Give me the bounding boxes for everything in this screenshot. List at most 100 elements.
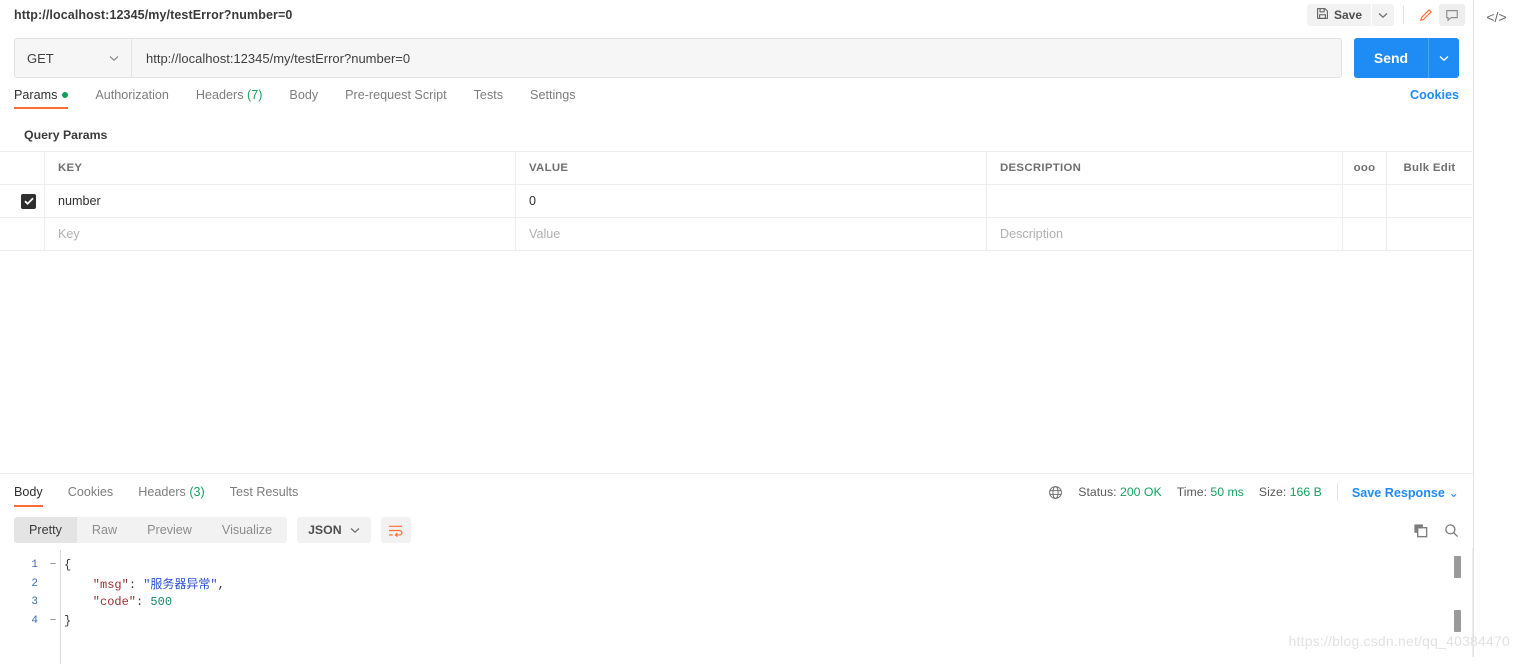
- edit-pencil-icon[interactable]: [1413, 4, 1439, 26]
- save-response-button[interactable]: Save Response ⌄: [1352, 485, 1459, 500]
- request-titlebar: http://localhost:12345/my/testError?numb…: [0, 0, 1473, 30]
- response-body-code[interactable]: 1 − { 2 "msg": "服务器异常", 3 "code": 500 4 …: [0, 550, 1473, 664]
- http-method-select[interactable]: GET: [14, 38, 131, 78]
- save-response-caret-icon: ⌄: [1448, 485, 1459, 500]
- response-tab-headers[interactable]: Headers (3): [138, 485, 205, 507]
- save-dropdown-caret[interactable]: [1372, 4, 1394, 26]
- tab-authorization-label: Authorization: [95, 88, 169, 102]
- globe-icon: [1048, 485, 1063, 500]
- tab-params-label: Params: [14, 88, 58, 102]
- tab-pre-request-script[interactable]: Pre-request Script: [345, 88, 447, 109]
- chevron-down-icon: [109, 55, 119, 61]
- new-row-key-input[interactable]: Key: [45, 218, 516, 250]
- response-body-scrollbar[interactable]: [1454, 550, 1461, 657]
- send-dropdown-caret[interactable]: [1428, 38, 1459, 78]
- word-wrap-toggle[interactable]: [380, 517, 411, 543]
- comment-icon[interactable]: [1439, 4, 1465, 26]
- code-text: {: [64, 558, 72, 573]
- time-label: Time:: [1176, 485, 1207, 499]
- titlebar-actions: Save: [1306, 0, 1465, 30]
- time-value: 50 ms: [1210, 485, 1244, 499]
- cookies-link[interactable]: Cookies: [1410, 88, 1459, 102]
- divider: [1336, 483, 1338, 501]
- query-params-title: Query Params: [24, 128, 108, 142]
- row-checkbox-cell: [0, 185, 45, 217]
- postman-window: </> http://localhost:12345/my/testError?…: [0, 0, 1518, 664]
- main-column: http://localhost:12345/my/testError?numb…: [0, 0, 1473, 664]
- params-modified-dot: [62, 92, 69, 98]
- response-meta: Status: 200 OK Time: 50 ms Size: 166 B S…: [1048, 474, 1459, 510]
- tab-body-label: Body: [289, 88, 319, 102]
- header-description: DESCRIPTION: [987, 152, 1343, 184]
- response-tab-body-label: Body: [14, 485, 43, 499]
- view-mode-preview[interactable]: Preview: [132, 517, 207, 543]
- row-value-input[interactable]: 0: [516, 185, 987, 217]
- view-mode-raw[interactable]: Raw: [77, 517, 132, 543]
- chevron-down-icon: [350, 527, 360, 533]
- table-row-new: Key Value Description: [0, 218, 1472, 250]
- time-meta: Time: 50 ms: [1177, 485, 1244, 499]
- new-row-description-input[interactable]: Description: [987, 218, 1343, 250]
- scrollbar-thumb-top[interactable]: [1454, 556, 1461, 578]
- tab-body[interactable]: Body: [289, 88, 318, 109]
- view-mode-visualize[interactable]: Visualize: [207, 517, 287, 543]
- copy-icon[interactable]: [1413, 523, 1428, 538]
- size-value: 166 B: [1289, 485, 1322, 499]
- response-tab-body[interactable]: Body: [14, 485, 43, 507]
- code-text: "code": 500: [64, 595, 173, 610]
- send-button[interactable]: Send: [1354, 38, 1428, 78]
- response-tab-test-results[interactable]: Test Results: [230, 485, 299, 507]
- size-meta: Size: 166 B: [1259, 485, 1322, 499]
- response-format-select[interactable]: JSON: [297, 517, 371, 543]
- header-value: VALUE: [516, 152, 987, 184]
- code-line: 4 − }: [0, 612, 1473, 631]
- save-button[interactable]: Save: [1306, 4, 1371, 26]
- tab-headers[interactable]: Headers (7): [196, 88, 263, 109]
- row-key-input[interactable]: number: [45, 185, 516, 217]
- code-text: "msg": "服务器异常",: [64, 578, 225, 593]
- http-method-value: GET: [27, 50, 54, 66]
- gutter-divider: [60, 550, 61, 664]
- scrollbar-thumb-bottom[interactable]: [1454, 610, 1461, 632]
- response-tab-headers-label: Headers: [138, 485, 186, 499]
- line-number: 4: [31, 614, 38, 627]
- response-tab-cookies-label: Cookies: [67, 485, 114, 499]
- fold-toggle-icon[interactable]: −: [46, 615, 60, 627]
- row-enabled-checkbox[interactable]: [21, 193, 36, 209]
- header-key: KEY: [45, 152, 516, 184]
- row-description-input[interactable]: [987, 185, 1343, 217]
- word-wrap-icon: [389, 525, 403, 537]
- tab-authorization[interactable]: Authorization: [95, 88, 169, 109]
- url-bar: GET http://localhost:12345/my/testError?…: [14, 38, 1459, 78]
- response-view-toolbar: Pretty Raw Preview Visualize JSON: [0, 510, 1473, 550]
- url-input[interactable]: http://localhost:12345/my/testError?numb…: [131, 38, 1342, 78]
- code-snippet-icon[interactable]: </>: [1474, 2, 1518, 32]
- new-row-spacer-more: [1343, 218, 1387, 250]
- fold-toggle-icon[interactable]: −: [46, 559, 60, 571]
- response-tab-test-results-label: Test Results: [229, 485, 299, 499]
- search-icon[interactable]: [1444, 523, 1459, 538]
- query-params-table: KEY VALUE DESCRIPTION ooo Bulk Edit numb…: [0, 151, 1472, 251]
- new-row-value-input[interactable]: Value: [516, 218, 987, 250]
- tab-headers-count: (7): [247, 88, 263, 102]
- status-label: Status:: [1078, 485, 1117, 499]
- view-mode-segmented-control: Pretty Raw Preview Visualize: [14, 517, 288, 543]
- table-options-ellipsis-icon[interactable]: ooo: [1343, 152, 1387, 184]
- code-line: 2 "msg": "服务器异常",: [0, 575, 1473, 594]
- tab-tests-label: Tests: [473, 88, 504, 102]
- tab-tests[interactable]: Tests: [474, 88, 503, 109]
- new-row-checkbox-cell: [0, 218, 45, 250]
- code-text: }: [64, 613, 72, 628]
- response-format-value: JSON: [308, 523, 342, 537]
- response-tab-headers-count: (3): [189, 485, 205, 499]
- line-number: 1: [31, 559, 38, 572]
- send-group: Send: [1354, 38, 1459, 78]
- row-spacer-more: [1343, 185, 1387, 217]
- response-tab-cookies[interactable]: Cookies: [68, 485, 114, 507]
- row-spacer-bulk: [1387, 185, 1472, 217]
- view-mode-pretty[interactable]: Pretty: [14, 517, 77, 543]
- bulk-edit-button[interactable]: Bulk Edit: [1387, 152, 1472, 184]
- tab-settings[interactable]: Settings: [530, 88, 576, 109]
- url-input-value: http://localhost:12345/my/testError?numb…: [146, 50, 411, 66]
- tab-params[interactable]: Params: [14, 88, 69, 109]
